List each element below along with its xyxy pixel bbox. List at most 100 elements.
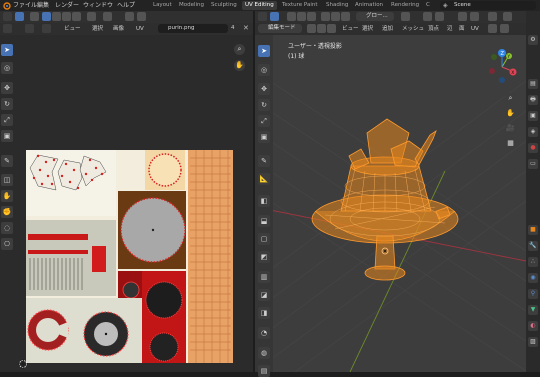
- menu-help[interactable]: ヘルプ: [117, 1, 135, 10]
- select-tool-icon[interactable]: ➤: [258, 45, 270, 57]
- vertex-select-icon[interactable]: [42, 12, 51, 21]
- material-icon[interactable]: ◐: [528, 321, 538, 331]
- cursor-tool-icon[interactable]: [15, 12, 24, 21]
- menu-vertex[interactable]: 頂点: [428, 25, 439, 33]
- uv-menu-select[interactable]: 選択: [92, 25, 103, 33]
- display-icon[interactable]: [25, 24, 34, 33]
- face-select-icon[interactable]: [62, 12, 71, 21]
- snap-icon[interactable]: [125, 12, 134, 21]
- tab-sculpting[interactable]: Sculpting: [208, 1, 240, 10]
- mirror-x-icon[interactable]: [488, 24, 497, 33]
- cursor-tool-icon[interactable]: ◎: [258, 64, 270, 76]
- rotate-tool-icon[interactable]: ↻: [1, 98, 13, 110]
- proportional-edit-icon[interactable]: [137, 12, 146, 21]
- cursor-tool-icon[interactable]: ◎: [1, 62, 13, 74]
- mirror-y-icon[interactable]: [500, 24, 509, 33]
- uv-menu-uv[interactable]: UV: [136, 25, 144, 33]
- zoom-icon[interactable]: ⌕: [234, 44, 245, 55]
- pivot-icon[interactable]: [103, 12, 112, 21]
- scene-selector[interactable]: ◈ Scene: [440, 1, 536, 10]
- menu-add[interactable]: 追加: [382, 25, 393, 33]
- select-mode-edge-icon[interactable]: [297, 12, 306, 21]
- stitch-tool-icon[interactable]: ⎔: [1, 238, 13, 250]
- pinch-tool-icon[interactable]: ✊: [1, 206, 13, 218]
- select-extend-icon[interactable]: [321, 12, 330, 21]
- edge-mode-icon[interactable]: [317, 24, 326, 33]
- blender-logo-icon[interactable]: [2, 1, 11, 10]
- extrude-icon[interactable]: ⬓: [258, 215, 270, 227]
- uv-menu-image[interactable]: 画像: [113, 25, 124, 33]
- island-select-icon[interactable]: [72, 12, 81, 21]
- tab-shading[interactable]: Shading: [323, 1, 351, 10]
- modifier-icon[interactable]: 🔧: [528, 241, 538, 251]
- menu-edit[interactable]: 編集: [37, 1, 49, 10]
- image-users[interactable]: 4: [231, 25, 235, 31]
- menu-window[interactable]: ウィンドウ: [83, 1, 113, 10]
- tab-uv-editing[interactable]: UV Editing: [242, 1, 277, 10]
- menu-face[interactable]: 面: [459, 25, 465, 33]
- annotate-tool-icon[interactable]: ✎: [258, 155, 270, 167]
- transform-tool-icon[interactable]: ▣: [1, 130, 13, 142]
- channels-icon[interactable]: [42, 24, 51, 33]
- menu-select[interactable]: 選択: [362, 25, 373, 33]
- menu-render[interactable]: レンダー: [55, 1, 79, 10]
- select-mode-vertex-icon[interactable]: [287, 12, 296, 21]
- add-cube-icon[interactable]: ◧: [258, 195, 270, 207]
- pudding-mesh[interactable]: [305, 111, 495, 311]
- knife-icon[interactable]: ◪: [258, 289, 270, 301]
- proportional-edit-icon[interactable]: [458, 12, 467, 21]
- tab-modeling[interactable]: Modeling: [176, 1, 207, 10]
- shear-icon[interactable]: ▤: [258, 365, 270, 377]
- snap-target-icon[interactable]: [435, 12, 444, 21]
- sync-selection-icon[interactable]: [30, 12, 39, 21]
- mode-dropdown[interactable]: 編集モード: [258, 24, 302, 33]
- physics-icon[interactable]: ◉: [528, 273, 538, 283]
- tab-rendering[interactable]: Rendering: [388, 1, 422, 10]
- constraints-icon[interactable]: ⚲: [528, 289, 538, 299]
- tool-properties-icon[interactable]: ⚙: [528, 35, 538, 45]
- tab-animation[interactable]: Animation: [352, 1, 386, 10]
- editor-type-icon[interactable]: [3, 12, 12, 21]
- menu-view[interactable]: ビュー: [342, 25, 359, 33]
- select-subtract-icon[interactable]: [331, 12, 340, 21]
- measure-tool-icon[interactable]: 📐: [258, 173, 270, 185]
- pan-hand-icon[interactable]: ✋: [234, 60, 245, 71]
- menu-file[interactable]: ファイル: [13, 1, 37, 10]
- tab-overflow[interactable]: C: [423, 1, 433, 10]
- particles-icon[interactable]: ∴: [528, 257, 538, 267]
- spin-icon[interactable]: ◔: [258, 327, 270, 339]
- tab-layout[interactable]: Layout: [150, 1, 175, 10]
- scale-tool-icon[interactable]: ⤢: [1, 114, 13, 126]
- select-mode-face-icon[interactable]: [307, 12, 316, 21]
- grid-perspective-icon[interactable]: ▦: [505, 138, 516, 149]
- poly-build-icon[interactable]: ◨: [258, 307, 270, 319]
- uv-texture-canvas[interactable]: [26, 150, 233, 363]
- rotate-tool-icon[interactable]: ↻: [258, 99, 270, 111]
- smooth-icon[interactable]: ◍: [258, 347, 270, 359]
- world-properties-icon[interactable]: ●: [528, 143, 538, 153]
- data-properties-icon[interactable]: ▼: [528, 305, 538, 315]
- collection-icon[interactable]: ▭: [528, 159, 538, 169]
- menu-edge[interactable]: 辺: [447, 25, 453, 33]
- viewport-3d[interactable]: グロー... 編集モード ビュー 選択 追加 メッシュ 頂点 辺 面 UV ユー…: [255, 11, 526, 377]
- transform-tool-icon[interactable]: ▣: [258, 131, 270, 143]
- view-layer-icon[interactable]: ▣: [528, 111, 538, 121]
- mode-dropdown-icon[interactable]: [3, 24, 12, 33]
- object-properties-icon[interactable]: ■: [528, 225, 538, 235]
- zoom-icon[interactable]: ⌕: [505, 93, 516, 104]
- inset-icon[interactable]: ▢: [258, 233, 270, 245]
- loop-cut-icon[interactable]: ▥: [258, 271, 270, 283]
- annotate-tool-icon[interactable]: ✎: [1, 155, 13, 167]
- scale-tool-icon[interactable]: ⤢: [258, 115, 270, 127]
- editor-type-icon[interactable]: [258, 12, 267, 21]
- bevel-icon[interactable]: ◩: [258, 251, 270, 263]
- select-tool-icon[interactable]: ➤: [1, 44, 13, 56]
- face-mode-icon[interactable]: [327, 24, 336, 33]
- render-properties-icon[interactable]: ▤: [528, 79, 538, 89]
- select-invert-icon[interactable]: [341, 12, 350, 21]
- move-tool-icon[interactable]: ✥: [258, 83, 270, 95]
- navigation-gizmo[interactable]: Z Y X: [482, 47, 522, 87]
- texture-icon[interactable]: ▨: [528, 337, 538, 347]
- grab-tool-icon[interactable]: ◫: [1, 174, 13, 186]
- image-selector[interactable]: purin.png: [158, 24, 228, 33]
